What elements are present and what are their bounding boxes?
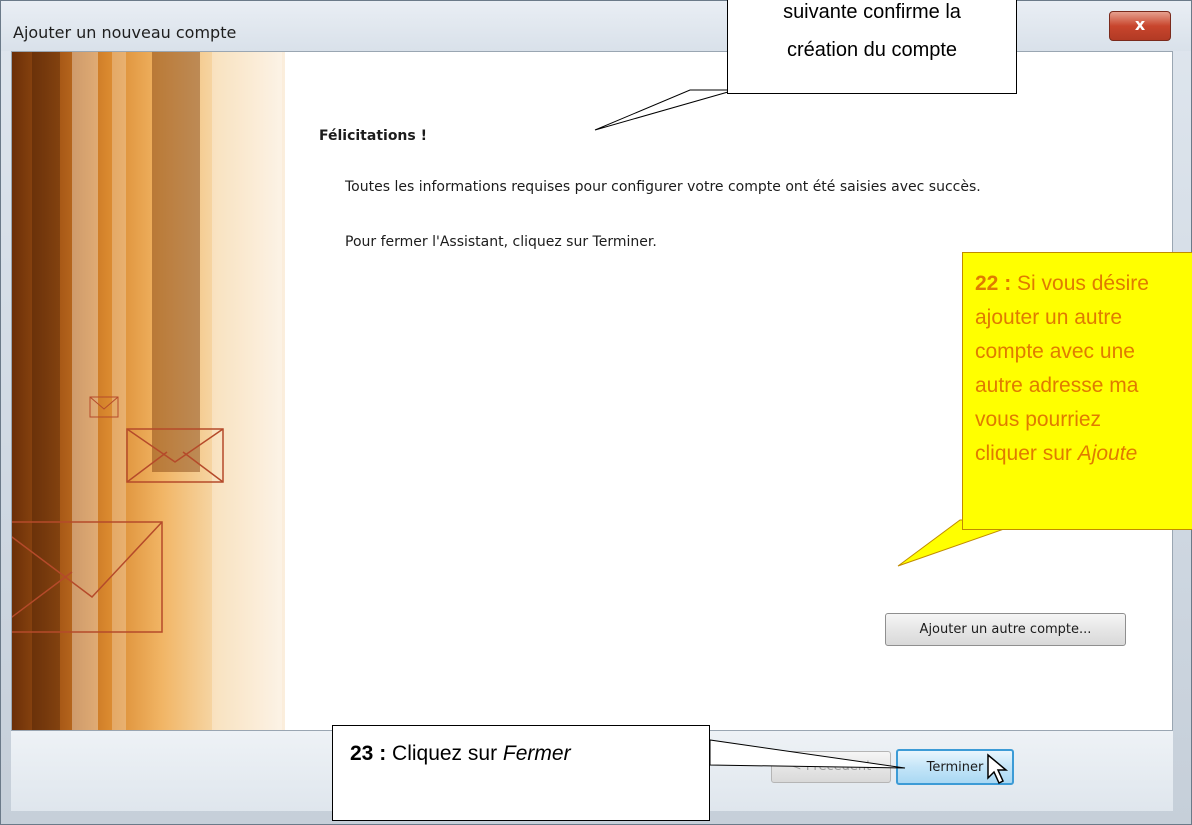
top-annotation-line1: suivante confirme la [783,1,961,23]
annotation-text: compte avec une [975,340,1135,363]
annotation-text: cliquer sur [975,442,1078,465]
annotation-italic: Ajoute [1077,442,1138,465]
annotation-italic: Fermer [502,742,571,765]
annotation-number: 22 : [975,272,1012,295]
annotation-text: ajouter un autre [975,306,1123,329]
annotation-text: vous pourriez [975,408,1102,431]
add-account-annotation: 22 : Si vous désire ajouter un autre com… [962,252,1192,530]
annotation-text: Si vous désire [1011,272,1149,295]
annotation-number: 23 : [350,742,387,765]
annotation-text: Cliquez sur [386,742,503,765]
top-annotation: suivante confirme la création du compte [727,0,1017,94]
finish-annotation: 23 : Cliquez sur Fermer [332,725,710,821]
annotation-text: autre adresse ma [975,374,1139,397]
top-annotation-line2: création du compte [786,39,958,61]
